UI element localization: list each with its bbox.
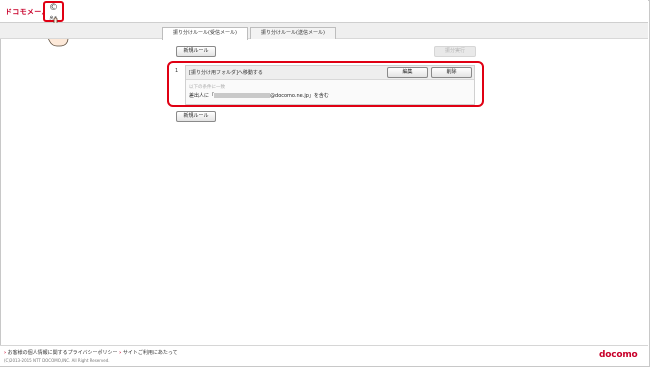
terms-link[interactable]: サイトご利用にあたって [123, 350, 178, 356]
tab-received-label: 振り分けルール(受信メール) [173, 30, 237, 36]
privacy-policy-link[interactable]: お客様の個人情報に関するプライバシーポリシー [8, 350, 118, 356]
back-icon: © [49, 3, 58, 13]
footer: › お客様の個人情報に関するプライバシーポリシー › サイトご利用にあたって (… [0, 345, 648, 366]
window-frame [0, 0, 650, 367]
top-bar: ドコモメール [0, 0, 648, 23]
tab-sent-rules[interactable]: 振り分けルール(送信メール) [250, 27, 336, 39]
tab-received-rules[interactable]: 振り分けルール(受信メール) [162, 27, 248, 40]
run-sort-button[interactable]: 振分実行 [434, 46, 476, 57]
footer-links: › お客様の個人情報に関するプライバシーポリシー › サイトご利用にあたって [4, 349, 178, 356]
new-rule-button-top[interactable]: 新規ルール [176, 46, 216, 57]
copyright-text: (C)2013-2015 NTT DOCOMO,INC. All Right R… [4, 358, 110, 363]
highlight-frame [167, 61, 484, 107]
chevron-right-icon: › [4, 350, 7, 356]
docomo-logo: docomo [599, 350, 638, 360]
new-rule-button-bottom[interactable]: 新規ルール [176, 111, 216, 122]
tab-sent-label: 振り分けルール(送信メール) [261, 30, 325, 36]
chevron-right-icon: › [119, 350, 122, 356]
